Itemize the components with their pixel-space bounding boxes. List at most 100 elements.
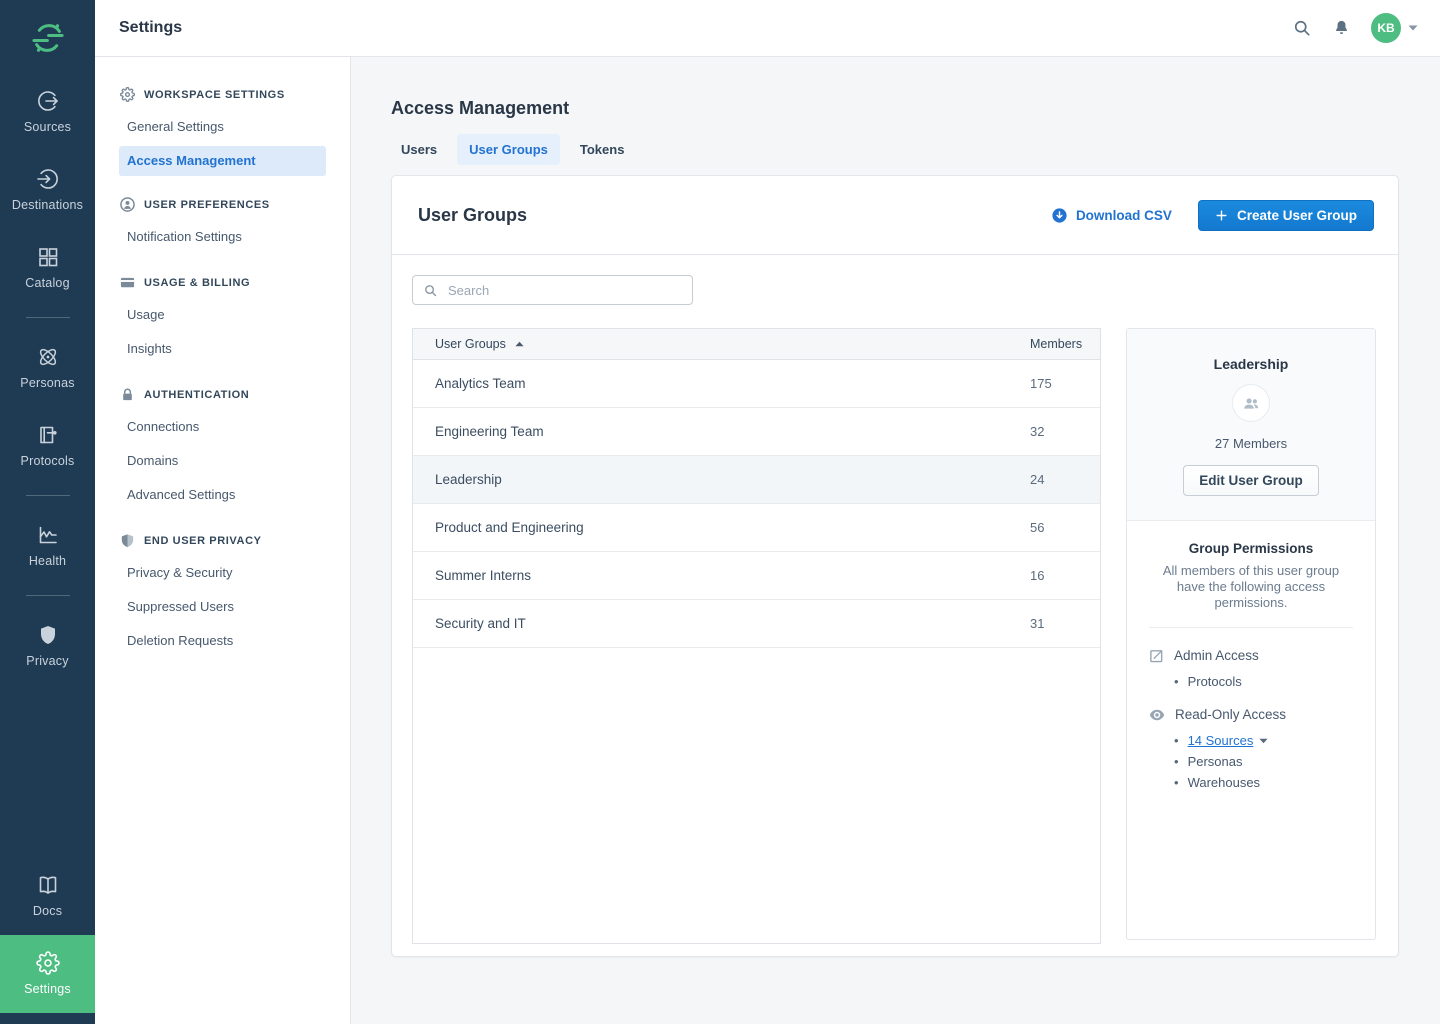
permission-item: • Personas (1149, 751, 1353, 772)
nav-item-privacy-security[interactable]: Privacy & Security (95, 556, 326, 590)
nav-item-notification-settings[interactable]: Notification Settings (95, 220, 326, 254)
user-circle-icon (120, 197, 135, 212)
plus-icon (1215, 209, 1228, 222)
bullet: • (1174, 772, 1179, 793)
search-icon[interactable] (1292, 18, 1312, 38)
table-and-panel: User Groups Members Analytics Team 175 E… (412, 328, 1374, 944)
sidebar-item-sources[interactable]: Sources (0, 89, 95, 134)
destinations-icon (36, 167, 60, 191)
download-csv-button[interactable]: Download CSV (1051, 207, 1172, 224)
group-name-cell: Product and Engineering (413, 520, 1030, 535)
nav-item-suppressed-users[interactable]: Suppressed Users (95, 590, 326, 624)
table-row[interactable]: Security and IT 31 (413, 600, 1100, 648)
read-only-access-row: Read-Only Access (1149, 707, 1353, 722)
members-count-cell: 16 (1030, 568, 1100, 583)
permission-item-label: Personas (1188, 751, 1243, 772)
sources-icon (36, 89, 60, 113)
edit-user-group-button[interactable]: Edit User Group (1183, 465, 1319, 496)
permission-item-label: Warehouses (1188, 772, 1261, 793)
bullet: • (1174, 730, 1179, 751)
sidebar-item-label: Personas (20, 376, 74, 390)
search-icon (423, 283, 438, 298)
download-csv-label: Download CSV (1076, 208, 1172, 223)
nav-section-header: END USER PRIVACY (95, 525, 350, 556)
sources-link-label: 14 Sources (1188, 730, 1254, 751)
table-row[interactable]: Analytics Team 175 (413, 360, 1100, 408)
nav-item-access-management[interactable]: Access Management (119, 146, 326, 176)
bullet: • (1174, 751, 1179, 772)
chevron-down-icon (1408, 25, 1418, 31)
nav-section-label: USAGE & BILLING (144, 277, 250, 289)
protocols-icon (36, 423, 60, 447)
app-nav: Sources Destinations Catalog (0, 89, 95, 1024)
column-header-members: Members (1030, 337, 1100, 351)
nav-item-deletion-requests[interactable]: Deletion Requests (95, 624, 326, 658)
members-count-cell: 24 (1030, 472, 1100, 487)
sidebar-item-health[interactable]: Health (0, 523, 95, 568)
read-only-access-group: Read-Only Access • 14 Sources (1149, 707, 1353, 793)
notifications-bell-icon[interactable] (1332, 18, 1351, 38)
nav-item-general-settings[interactable]: General Settings (95, 110, 326, 144)
nav-section-header: WORKSPACE SETTINGS (95, 79, 350, 110)
user-groups-card: User Groups Download CSV Create User Gro… (391, 175, 1399, 957)
chevron-down-icon (1259, 738, 1268, 744)
group-name-cell: Engineering Team (413, 424, 1030, 439)
page-header-title: Settings (119, 19, 182, 37)
nav-section-usage-billing: USAGE & BILLING Usage Insights (95, 267, 350, 366)
nav-item-insights[interactable]: Insights (95, 332, 326, 366)
sidebar-item-docs[interactable]: Docs (0, 873, 95, 918)
sidebar-item-catalog[interactable]: Catalog (0, 245, 95, 290)
sort-ascending-icon (515, 341, 524, 347)
permission-item: • 14 Sources (1149, 730, 1353, 751)
sidebar-item-protocols[interactable]: Protocols (0, 423, 95, 468)
table-row[interactable]: Summer Interns 16 (413, 552, 1100, 600)
main-content: Access Management Users User Groups Toke… (351, 57, 1440, 1024)
table-header-row: User Groups Members (413, 329, 1100, 360)
sidebar-item-settings[interactable]: Settings (0, 935, 95, 1013)
nav-section-user-preferences: USER PREFERENCES Notification Settings (95, 189, 350, 254)
sidebar-item-destinations[interactable]: Destinations (0, 167, 95, 212)
column-header-user-groups[interactable]: User Groups (413, 337, 1030, 351)
lock-icon (120, 387, 135, 402)
card-header: User Groups Download CSV Create User Gro… (392, 176, 1398, 255)
nav-section-header: USER PREFERENCES (95, 189, 350, 220)
tab-users[interactable]: Users (391, 134, 447, 165)
card-header-actions: Download CSV Create User Group (1051, 200, 1374, 231)
nav-item-domains[interactable]: Domains (95, 444, 326, 478)
sidebar-item-label: Destinations (12, 198, 83, 212)
nav-section-label: WORKSPACE SETTINGS (144, 89, 285, 101)
sidebar-item-privacy[interactable]: Privacy (0, 623, 95, 668)
divider (1149, 627, 1353, 628)
nav-item-connections[interactable]: Connections (95, 410, 326, 444)
tab-tokens[interactable]: Tokens (570, 134, 635, 165)
nav-section-label: USER PREFERENCES (144, 199, 270, 211)
table-row[interactable]: Product and Engineering 56 (413, 504, 1100, 552)
nav-item-advanced-settings[interactable]: Advanced Settings (95, 478, 326, 512)
avatar[interactable]: KB (1371, 13, 1401, 43)
sidebar-item-personas[interactable]: Personas (0, 345, 95, 390)
group-name-cell: Leadership (413, 472, 1030, 487)
group-permissions: Group Permissions All members of this us… (1127, 521, 1375, 828)
admin-access-row: Admin Access (1149, 648, 1353, 663)
sources-dropdown-link[interactable]: 14 Sources (1188, 730, 1269, 751)
permissions-title: Group Permissions (1149, 541, 1353, 556)
nav-item-usage[interactable]: Usage (95, 298, 326, 332)
search-input[interactable] (446, 282, 682, 299)
members-count-cell: 175 (1030, 376, 1100, 391)
sidebar-item-label: Health (29, 554, 66, 568)
sidebar-item-label: Sources (24, 120, 71, 134)
eye-icon (1149, 709, 1165, 721)
user-menu[interactable]: KB (1371, 13, 1418, 43)
nav-section-label: AUTHENTICATION (144, 389, 249, 401)
personas-icon (36, 345, 60, 369)
group-detail-panel: Leadership 27 Members Edit User Group (1126, 328, 1376, 940)
table-row[interactable]: Engineering Team 32 (413, 408, 1100, 456)
create-user-group-button[interactable]: Create User Group (1198, 200, 1374, 231)
members-count-cell: 56 (1030, 520, 1100, 535)
tab-user-groups[interactable]: User Groups (457, 134, 560, 165)
table-row-selected[interactable]: Leadership 24 (413, 456, 1100, 504)
segment-logo-icon[interactable] (30, 20, 66, 56)
catalog-icon (36, 245, 60, 269)
card-body: User Groups Members Analytics Team 175 E… (392, 255, 1398, 968)
docs-icon (36, 873, 60, 897)
